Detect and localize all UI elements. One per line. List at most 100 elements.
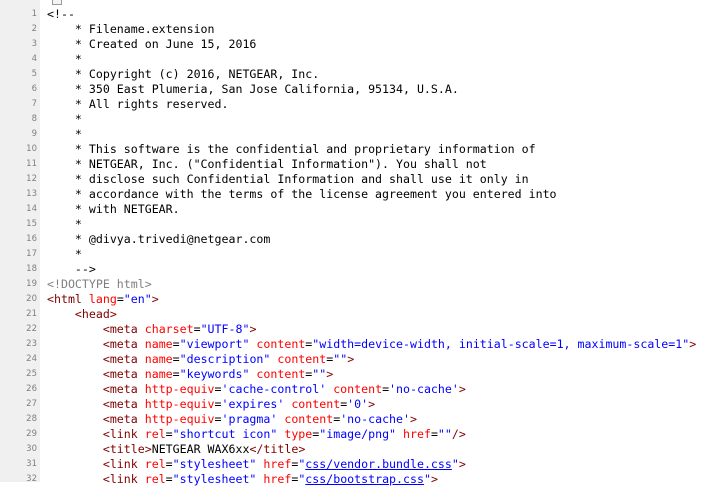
editor-top-strip xyxy=(0,0,725,5)
token-plain: * disclose such Confidential Information… xyxy=(47,172,529,186)
line-number: 17 xyxy=(26,249,37,259)
token-plain: * This software is the confidential and … xyxy=(47,142,536,156)
token-plain: = xyxy=(116,292,124,306)
line-number: 19 xyxy=(26,279,37,289)
token-attr: content xyxy=(249,367,306,381)
code-line[interactable]: 8 * xyxy=(0,112,725,127)
token-tag: <title> xyxy=(102,442,152,456)
token-tag: > xyxy=(458,382,466,396)
code-line[interactable]: 28 <meta http-equiv='pragma' content='no… xyxy=(0,412,725,427)
token-plain: = xyxy=(430,427,438,441)
code-line[interactable]: 24 <meta name="description" content=""> xyxy=(0,352,725,367)
token-tag: > xyxy=(326,367,334,381)
line-text: * xyxy=(47,217,82,232)
code-line[interactable]: 10 * This software is the confidential a… xyxy=(0,142,725,157)
code-line[interactable]: 23 <meta name="viewport" content="width=… xyxy=(0,337,725,352)
token-plain: = xyxy=(165,472,173,486)
code-line[interactable]: 29 <link rel="shortcut icon" type="image… xyxy=(0,427,725,442)
token-attr: charset xyxy=(137,322,194,336)
code-line[interactable]: 18 --> xyxy=(0,262,725,277)
token-tag: <meta xyxy=(102,397,138,411)
code-line[interactable]: 31 <link rel="stylesheet" href="css/vend… xyxy=(0,457,725,472)
token-val: "keywords" xyxy=(179,367,250,381)
token-tag: > xyxy=(430,472,438,486)
code-line[interactable]: 21 <head> xyxy=(0,307,725,322)
token-attr: href xyxy=(396,427,431,441)
token-attr: href xyxy=(256,472,292,486)
line-text: <meta charset="UTF-8"> xyxy=(47,322,257,337)
code-line[interactable]: 22 <meta charset="UTF-8"> xyxy=(0,322,725,337)
code-line[interactable]: 30 <title>NETGEAR WAX6xx</title> xyxy=(0,442,725,457)
code-line[interactable]: 6 * 350 East Plumeria, San Jose Californ… xyxy=(0,82,725,97)
line-number: 8 xyxy=(31,114,37,124)
line-text: <meta http-equiv='expires' content='0'> xyxy=(47,397,375,412)
token-attr: content xyxy=(326,382,383,396)
line-text: * with NETGEAR. xyxy=(47,202,180,217)
token-plain: * with NETGEAR. xyxy=(47,202,180,216)
code-line[interactable]: 2 * Filename.extension xyxy=(0,22,725,37)
token-plain: * Copyright (c) 2016, NETGEAR, Inc. xyxy=(47,67,320,81)
line-number: 20 xyxy=(26,294,37,304)
code-line[interactable]: 17 * xyxy=(0,247,725,262)
line-number: 23 xyxy=(26,339,37,349)
token-val: "description" xyxy=(179,352,271,366)
token-attr: name xyxy=(137,367,173,381)
code-line[interactable]: 11 * NETGEAR, Inc. ("Confidential Inform… xyxy=(0,157,725,172)
code-line[interactable]: 1 <!-- xyxy=(0,7,725,22)
code-line[interactable]: 20 <html lang="en"> xyxy=(0,292,725,307)
token-attr: content xyxy=(284,397,341,411)
token-plain: = xyxy=(172,337,180,351)
line-number: 12 xyxy=(26,174,37,184)
code-line[interactable]: 14 * with NETGEAR. xyxy=(0,202,725,217)
code-line[interactable]: 16 * @divya.trivedi@netgear.com xyxy=(0,232,725,247)
line-text: * disclose such Confidential Information… xyxy=(47,172,529,187)
line-text: * accordance with the terms of the licen… xyxy=(47,187,557,202)
line-number: 32 xyxy=(26,474,37,484)
token-tag: > xyxy=(689,337,697,351)
token-plain: = xyxy=(172,367,180,381)
line-text: * 350 East Plumeria, San Jose California… xyxy=(47,82,459,97)
code-line[interactable]: 5 * Copyright (c) 2016, NETGEAR, Inc. xyxy=(0,67,725,82)
code-line[interactable]: 3 * Created on June 15, 2016 xyxy=(0,37,725,52)
token-tag: <meta xyxy=(102,337,138,351)
token-tag: </title> xyxy=(249,442,306,456)
code-line[interactable]: 13 * accordance with the terms of the li… xyxy=(0,187,725,202)
line-text: <meta name="keywords" content=""> xyxy=(47,367,333,382)
token-val: 'no-cache' xyxy=(389,382,459,396)
code-line[interactable]: 32 <link rel="stylesheet" href="css/boot… xyxy=(0,472,725,487)
token-plain: * accordance with the terms of the licen… xyxy=(47,187,557,201)
line-text: <link rel="shortcut icon" type="image/pn… xyxy=(47,427,466,442)
token-val: "stylesheet" xyxy=(172,457,257,471)
line-number: 15 xyxy=(26,219,37,229)
code-line[interactable]: 4 * xyxy=(0,52,725,67)
token-attr: http-equiv xyxy=(137,382,215,396)
token-tag: <meta xyxy=(102,382,138,396)
code-line[interactable]: 19 <!DOCTYPE html> xyxy=(0,277,725,292)
code-line[interactable]: 12 * disclose such Confidential Informat… xyxy=(0,172,725,187)
code-line[interactable]: 15 * xyxy=(0,217,725,232)
token-val: "image/png" xyxy=(319,427,397,441)
line-number: 27 xyxy=(26,399,37,409)
code-line[interactable]: 9 * xyxy=(0,127,725,142)
token-plain: NETGEAR WAX6xx xyxy=(151,442,250,456)
token-attr: content xyxy=(270,352,327,366)
token-attr: name xyxy=(137,337,173,351)
code-line[interactable]: 26 <meta http-equiv='cache-control' cont… xyxy=(0,382,725,397)
token-val: " xyxy=(423,472,431,486)
code-line[interactable]: 27 <meta http-equiv='expires' content='0… xyxy=(0,397,725,412)
line-number: 11 xyxy=(26,159,37,169)
token-attr: content xyxy=(277,412,334,426)
code-line[interactable]: 7 * All rights reserved. xyxy=(0,97,725,112)
line-number: 26 xyxy=(26,384,37,394)
token-attr: http-equiv xyxy=(137,397,215,411)
token-val: 'no-cache' xyxy=(340,412,410,426)
code-line[interactable]: 25 <meta name="keywords" content=""> xyxy=(0,367,725,382)
code-editor[interactable]: 1 <!-- 2 * Filename.extension 3 * Created o… xyxy=(0,7,725,487)
line-text: <head> xyxy=(47,307,117,322)
token-plain: = xyxy=(193,322,201,336)
line-text: <meta http-equiv='pragma' content='no-ca… xyxy=(47,412,417,427)
